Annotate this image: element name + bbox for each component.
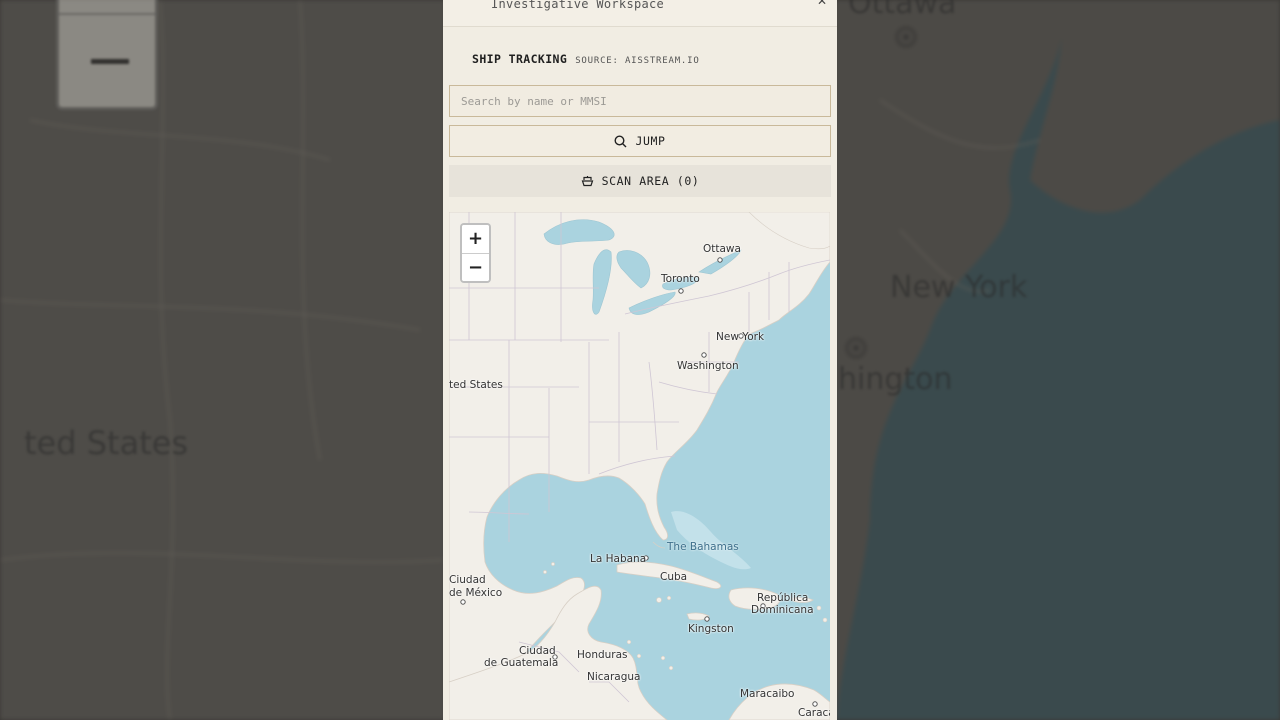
map-label-ciudad-guatemala-2: de Guatemala: [484, 657, 559, 669]
top-bar: Investigative Workspace ✕: [443, 0, 837, 27]
map-label-united-states: ted States: [449, 379, 503, 391]
map-zoom-control: + −: [460, 223, 491, 283]
map-label-nicaragua: Nicaragua: [587, 671, 641, 683]
map-label-new-york: New York: [716, 331, 765, 343]
map-label-ciudad-guatemala-1: Ciudad: [519, 645, 556, 657]
map-label-toronto: Toronto: [661, 273, 700, 285]
hamburger-icon[interactable]: [455, 0, 471, 8]
backdrop-label-washington: hington: [838, 362, 953, 397]
workspace-title: Investigative Workspace: [491, 0, 665, 11]
map-label-washington: Washington: [677, 360, 739, 372]
map-label-the-bahamas: The Bahamas: [667, 541, 739, 553]
backdrop-zoom-control: [56, 0, 158, 110]
map-label-la-habana: La Habana: [590, 553, 647, 565]
ship-icon: [581, 175, 593, 186]
ship-search-input[interactable]: [450, 86, 830, 116]
backdrop-label-new-york: New York: [890, 270, 1028, 305]
map-label-republica-1: República: [757, 592, 809, 604]
close-icon[interactable]: ✕: [817, 0, 827, 8]
zoom-in-button[interactable]: +: [462, 225, 489, 253]
scan-area-button[interactable]: SCAN AREA (0): [449, 165, 831, 197]
backdrop-label-ottawa: Ottawa: [848, 0, 957, 21]
map-label-honduras: Honduras: [577, 649, 628, 661]
source-label: SOURCE: AISSTREAM.IO: [575, 56, 700, 66]
zoom-out-button[interactable]: −: [462, 254, 489, 281]
ship-search-field[interactable]: [449, 85, 831, 117]
scan-area-label: SCAN AREA (0): [601, 174, 700, 188]
map-label-kingston: Kingston: [688, 623, 734, 635]
ship-tracking-header: SHIP TRACKING SOURCE: AISSTREAM.IO: [472, 52, 700, 66]
map-label-republica-2: Dominicana: [751, 604, 814, 616]
map-tiles: [449, 212, 830, 720]
map-label-ottawa: Ottawa: [703, 243, 741, 255]
map-label-maracaibo: Maracaibo: [740, 688, 795, 700]
jump-button[interactable]: JUMP: [449, 125, 831, 157]
map-label-cuba: Cuba: [660, 571, 688, 583]
section-title: SHIP TRACKING: [472, 52, 568, 66]
map-label-ciudad-mexico-2: de México: [449, 587, 503, 599]
backdrop-label-united-states: ted States: [24, 424, 189, 462]
map-label-ciudad-mexico-1: Ciudad: [449, 574, 486, 586]
jump-button-label: JUMP: [635, 134, 666, 148]
mobile-app-frame: Investigative Workspace ✕ SHIP TRACKING …: [443, 0, 837, 720]
ship-map[interactable]: + − Ottawa Toronto New York Washington t…: [449, 212, 830, 720]
search-icon: [614, 134, 627, 147]
map-label-caracas: Caraca: [798, 707, 830, 719]
